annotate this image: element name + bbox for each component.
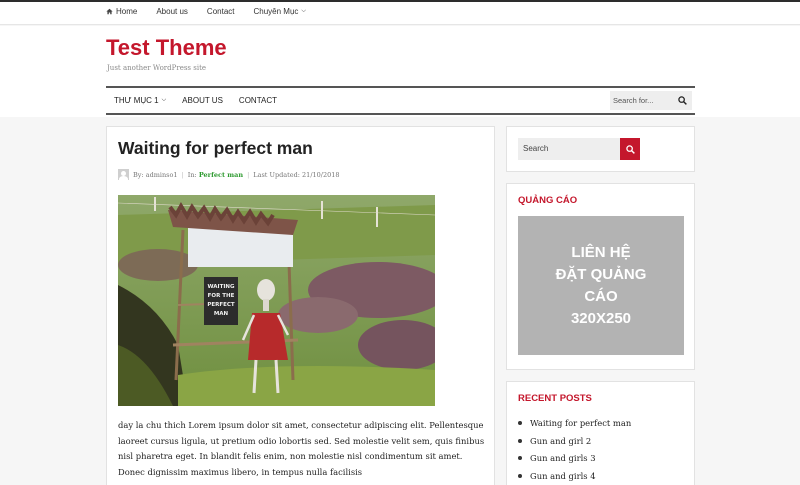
top-nav-home[interactable]: Home — [106, 7, 137, 16]
post-meta: By: adminso1 | In: Perfect man | Last Up… — [118, 169, 340, 180]
sidebar-search-button[interactable] — [620, 138, 640, 160]
chevron-down-icon: ⌵ — [161, 97, 167, 103]
main-menu: THƯ MỤC 1 ⌵ ABOUT US CONTACT — [114, 96, 293, 105]
meta-separator: | — [247, 170, 250, 179]
search-widget: Search — [506, 126, 695, 172]
recent-posts-title: RECENT POSTS — [518, 393, 592, 404]
updated-label: Last Updated: — [253, 170, 300, 179]
svg-text:PERFECT: PERFECT — [207, 302, 235, 308]
sidebar-search-placeholder: Search — [523, 144, 549, 153]
ad-line-4: 320X250 — [570, 309, 632, 327]
sidebar-search-input[interactable]: Search — [518, 138, 620, 160]
site-title[interactable]: Test Theme — [106, 35, 227, 61]
ad-widget: QUẢNG CÁO LIÊN HỆ ĐẶT QUẢNG CÁO 320X250 — [506, 183, 695, 370]
by-label: By: — [133, 170, 144, 179]
meta-separator: | — [181, 170, 184, 179]
menu-item-about[interactable]: ABOUT US — [182, 96, 223, 105]
post-excerpt: day la chu thich Lorem ipsum dolor sit a… — [118, 420, 485, 477]
main-nav: THƯ MỤC 1 ⌵ ABOUT US CONTACT Search for.… — [106, 86, 695, 115]
home-icon — [106, 8, 113, 15]
top-nav-home-label: Home — [116, 7, 138, 16]
recent-posts-widget: RECENT POSTS Waiting for perfect man Gun… — [506, 381, 695, 485]
site-header: Test Theme Just another WordPress site — [0, 26, 800, 86]
post-title[interactable]: Waiting for perfect man — [118, 138, 313, 159]
main-nav-wrapper: THƯ MỤC 1 ⌵ ABOUT US CONTACT Search for.… — [0, 85, 800, 117]
top-bar: Home About us Contact Chuyên Mục ⌵ — [0, 2, 800, 25]
menu-item-about-label: ABOUT US — [182, 96, 223, 105]
menu-item-folder-1-label: THƯ MỤC 1 — [114, 96, 159, 105]
post-category[interactable]: Perfect man — [199, 171, 243, 179]
recent-post-link[interactable]: Gun and girl 2 — [518, 432, 631, 450]
top-nav-categories[interactable]: Chuyên Mục ⌵ — [254, 7, 306, 16]
search-icon — [625, 144, 635, 154]
updated-date: 21/10/2018 — [302, 170, 340, 179]
nav-search-placeholder: Search for... — [613, 96, 654, 105]
recent-post-link[interactable]: Waiting for perfect man — [518, 414, 631, 432]
recent-posts-list: Waiting for perfect man Gun and girl 2 G… — [518, 414, 631, 485]
in-label: In: — [187, 170, 197, 179]
post-author[interactable]: adminso1 — [146, 171, 178, 179]
post-article: Waiting for perfect man By: adminso1 | I… — [106, 126, 495, 485]
ad-widget-title: QUẢNG CÁO — [518, 195, 578, 206]
top-nav-categories-label: Chuyên Mục — [253, 7, 299, 16]
svg-text:FOR THE: FOR THE — [208, 293, 235, 299]
top-nav-about[interactable]: About us — [156, 7, 188, 16]
nav-search-input[interactable]: Search for... — [610, 91, 692, 110]
ad-placeholder[interactable]: LIÊN HỆ ĐẶT QUẢNG CÁO 320X250 — [518, 216, 684, 355]
recent-post-link[interactable]: Gun and girls 3 — [518, 449, 631, 467]
recent-post-link[interactable]: Gun and girls 4 — [518, 467, 631, 485]
top-nav-contact[interactable]: Contact — [207, 7, 235, 16]
ad-line-1: LIÊN HỆ — [571, 243, 631, 261]
chevron-down-icon: ⌵ — [301, 8, 306, 14]
ad-line-2: ĐẶT QUẢNG — [555, 265, 647, 283]
svg-text:WAITING: WAITING — [207, 284, 235, 290]
menu-item-contact[interactable]: CONTACT — [239, 96, 277, 105]
menu-item-contact-label: CONTACT — [238, 96, 277, 105]
top-nav-contact-label: Contact — [206, 7, 235, 16]
top-nav-about-label: About us — [156, 7, 188, 16]
svg-text:MAN: MAN — [214, 311, 229, 317]
ad-line-3: CÁO — [584, 287, 618, 305]
search-icon[interactable] — [678, 96, 687, 105]
top-nav: Home About us Contact Chuyên Mục ⌵ — [106, 7, 325, 16]
site-tagline: Just another WordPress site — [107, 64, 207, 72]
avatar — [118, 169, 129, 180]
featured-image[interactable]: WAITING FOR THE PERFECT MAN — [118, 195, 435, 406]
menu-item-folder-1[interactable]: THƯ MỤC 1 ⌵ — [114, 96, 166, 105]
